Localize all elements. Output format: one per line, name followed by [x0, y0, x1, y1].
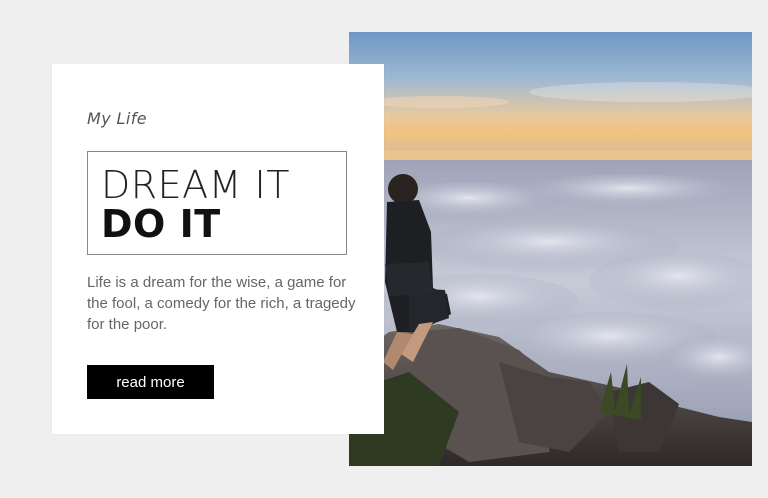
hero-photo	[349, 32, 752, 466]
quote-text: Life is a dream for the wise, a game for…	[87, 274, 356, 333]
read-more-button[interactable]: read more	[87, 365, 214, 399]
title-line-dream-it: DREAM IT	[101, 163, 290, 207]
title-box: DREAM IT DO IT	[87, 151, 347, 255]
title-line-do-it: DO IT	[101, 202, 221, 246]
hero-section: My Life DREAM IT DO IT Life is a dream f…	[0, 0, 768, 498]
eyebrow-label: My Life	[87, 109, 147, 128]
photo-man-above-clouds	[349, 32, 752, 466]
content-card: My Life DREAM IT DO IT Life is a dream f…	[52, 64, 384, 434]
